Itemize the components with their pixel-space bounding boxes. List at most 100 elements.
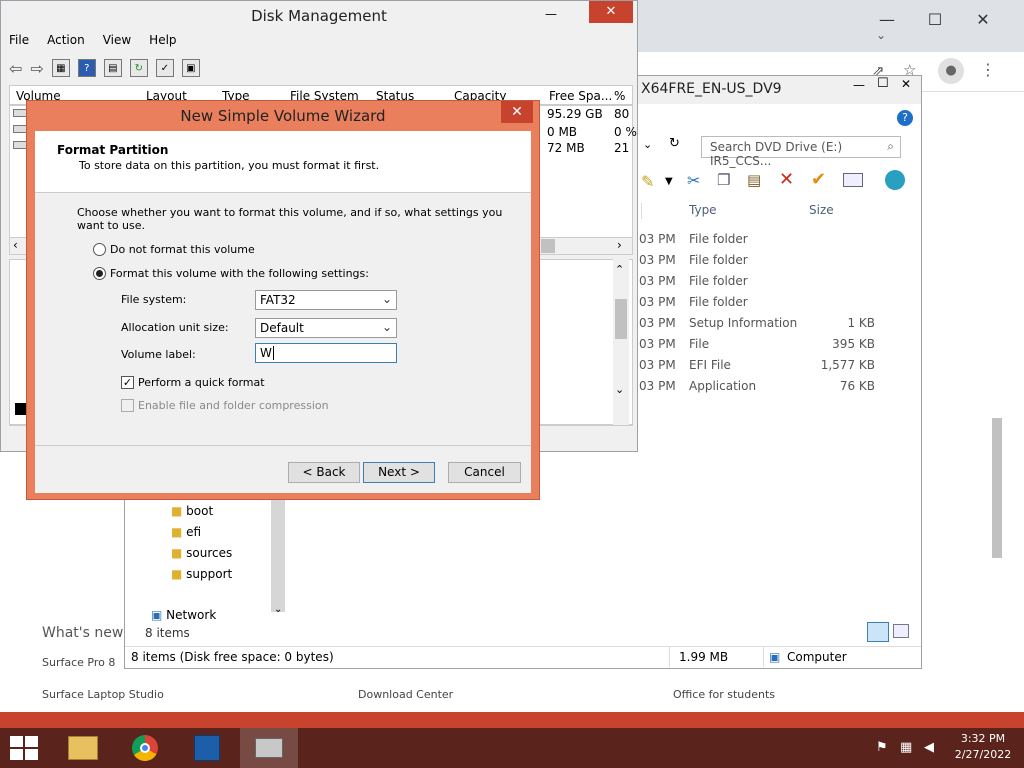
file-system-select[interactable]: FAT32 ⌄ — [255, 290, 397, 310]
disk-settings-icon[interactable]: ▣ — [181, 59, 200, 77]
start-windows-icon[interactable] — [10, 736, 38, 760]
footer-link-surface-pro[interactable]: Surface Pro 8 — [42, 656, 115, 669]
clock-time[interactable]: 3:32 PM — [950, 732, 1016, 745]
col-free-space[interactable]: Free Spa... — [549, 89, 612, 103]
volume-muted-icon[interactable]: ◀ — [924, 740, 934, 755]
forward-arrow-icon[interactable]: ⇨ — [30, 59, 43, 78]
paste-icon[interactable]: ▤ — [747, 171, 761, 189]
rename-icon[interactable] — [843, 173, 863, 187]
tree-item-sources[interactable]: ■ sources — [171, 546, 232, 560]
dm-toolbar: ⇦ ⇨ ▦ ? ▤ ↻ ✓ ▣ — [9, 57, 200, 79]
dm-close-button[interactable]: ✕ — [589, 1, 633, 23]
taskbar-virtualbox[interactable] — [178, 728, 236, 768]
next-button[interactable]: Next > — [363, 462, 435, 483]
help-icon[interactable]: ? — [897, 110, 913, 126]
tree-scroll-down-icon[interactable]: ⌄ — [274, 604, 282, 615]
help-book-icon[interactable]: ? — [77, 59, 96, 77]
properties-check-icon[interactable]: ✓ — [155, 59, 174, 77]
address-dropdown-icon[interactable]: ⌄ — [643, 138, 652, 151]
large-icons-view-icon[interactable] — [893, 624, 909, 638]
network-status-icon[interactable]: ▦ — [900, 740, 912, 755]
allocation-unit-select[interactable]: Default ⌄ — [255, 318, 397, 338]
column-header-size[interactable]: Size — [809, 203, 834, 217]
browser-maximize-button[interactable]: ☐ — [912, 4, 958, 34]
taskbar-disk-management[interactable] — [240, 728, 298, 768]
radio-format[interactable]: Format this volume with the following se… — [93, 267, 369, 280]
scroll-up-icon[interactable]: ⌃ — [615, 263, 624, 276]
globe-icon[interactable] — [885, 170, 905, 190]
vertical-scrollbar-thumb[interactable] — [615, 299, 627, 339]
explorer-search-input[interactable]: Search DVD Drive (E:) IR5_CCS... ⌕ — [701, 136, 901, 168]
footer-link-download-center[interactable]: Download Center — [358, 688, 453, 701]
refresh-icon[interactable]: ↻ — [669, 136, 680, 151]
properties-dropdown-icon[interactable]: ▼ — [665, 176, 673, 187]
footer-link-surface-laptop[interactable]: Surface Laptop Studio — [42, 688, 164, 701]
profile-avatar-icon[interactable]: ● — [938, 58, 964, 84]
tree-item-boot[interactable]: ■ boot — [171, 504, 213, 518]
table-row[interactable]: 03 PM EFI File — [639, 358, 731, 372]
scroll-down-icon[interactable]: ⌄ — [615, 383, 624, 396]
table-row[interactable]: 03 PM File — [639, 337, 709, 351]
footer-link-office-students[interactable]: Office for students — [673, 688, 775, 701]
scroll-right-icon[interactable]: › — [617, 238, 622, 252]
scroll-left-icon[interactable]: ‹ — [13, 238, 18, 252]
volume-label-input[interactable]: W — [255, 343, 397, 363]
column-header-type[interactable]: Type — [689, 203, 717, 217]
scrollbar-thumb[interactable] — [541, 239, 555, 253]
vertical-scrollbar[interactable] — [613, 259, 629, 425]
list-view-icon[interactable]: ▤ — [103, 59, 122, 77]
action-center-flag-icon[interactable]: ⚑ — [876, 740, 888, 755]
table-row[interactable]: 03 PM File folder — [639, 232, 748, 246]
menu-view[interactable]: View — [103, 33, 131, 53]
properties-icon[interactable]: ✎ — [641, 172, 654, 191]
explorer-close-button[interactable]: ✕ — [901, 77, 911, 91]
table-row[interactable]: 03 PM File folder — [639, 274, 748, 288]
tree-item-network[interactable]: ▣ Network — [151, 608, 216, 622]
browser-scrollbar-thumb[interactable] — [992, 418, 1002, 558]
radio-format-indicator[interactable] — [93, 267, 106, 280]
clock-date[interactable]: 2/27/2022 — [950, 748, 1016, 761]
menu-action[interactable]: Action — [47, 33, 85, 53]
radio-no-format-label: Do not format this volume — [110, 243, 255, 256]
radio-no-format-indicator[interactable] — [93, 243, 106, 256]
table-row[interactable]: 03 PM File folder — [639, 253, 748, 267]
tree-item-support[interactable]: ■ support — [171, 567, 232, 581]
browser-close-button[interactable]: ✕ — [960, 4, 1006, 34]
copy-icon[interactable]: ❐ — [717, 171, 730, 189]
tree-scrollbar[interactable] — [271, 500, 285, 612]
compression-check-indicator[interactable] — [121, 399, 134, 412]
radio-no-format[interactable]: Do not format this volume — [93, 243, 255, 256]
cancel-button[interactable]: Cancel — [448, 462, 521, 483]
wizard-close-button[interactable]: ✕ — [501, 101, 533, 123]
details-view-icon[interactable] — [867, 622, 889, 642]
refresh-icon[interactable]: ↻ — [129, 59, 148, 77]
quick-format-check-indicator[interactable]: ✓ — [121, 376, 134, 389]
explorer-maximize-button[interactable]: ☐ — [877, 76, 889, 91]
folder-icon: ■ — [171, 567, 183, 581]
dm-minimize-button[interactable]: — — [545, 7, 557, 21]
menu-help[interactable]: Help — [149, 33, 176, 53]
browser-minimize-button[interactable]: — — [864, 4, 910, 34]
delete-icon[interactable]: ✕ — [779, 169, 794, 190]
taskbar-chrome[interactable] — [116, 728, 174, 768]
back-button[interactable]: < Back — [288, 462, 360, 483]
tree-item-efi[interactable]: ■ efi — [171, 525, 201, 539]
table-row[interactable]: 03 PM Setup Information — [639, 316, 797, 330]
back-arrow-icon[interactable]: ⇦ — [9, 59, 22, 78]
quick-format-checkbox[interactable]: ✓ Perform a quick format — [121, 376, 265, 389]
checkmark-icon[interactable]: ✔ — [811, 169, 826, 190]
volume-icon — [13, 109, 27, 117]
taskbar-file-explorer[interactable] — [54, 728, 112, 768]
console-tree-icon[interactable]: ▦ — [51, 59, 70, 77]
explorer-minimize-button[interactable]: — — [853, 78, 865, 92]
table-row[interactable]: 03 PM File folder — [639, 295, 748, 309]
browser-menu-icon[interactable]: ⋮ — [980, 60, 996, 79]
row-size: 395 KB — [832, 337, 875, 351]
compression-checkbox[interactable]: Enable file and folder compression — [121, 399, 329, 412]
tab-dropdown-icon[interactable]: ⌄ — [876, 28, 886, 42]
menu-file[interactable]: File — [9, 33, 29, 53]
folder-icon: ■ — [171, 546, 183, 560]
virtualbox-icon — [194, 735, 220, 761]
cut-icon[interactable]: ✂ — [687, 171, 700, 190]
table-row[interactable]: 03 PM Application — [639, 379, 756, 393]
